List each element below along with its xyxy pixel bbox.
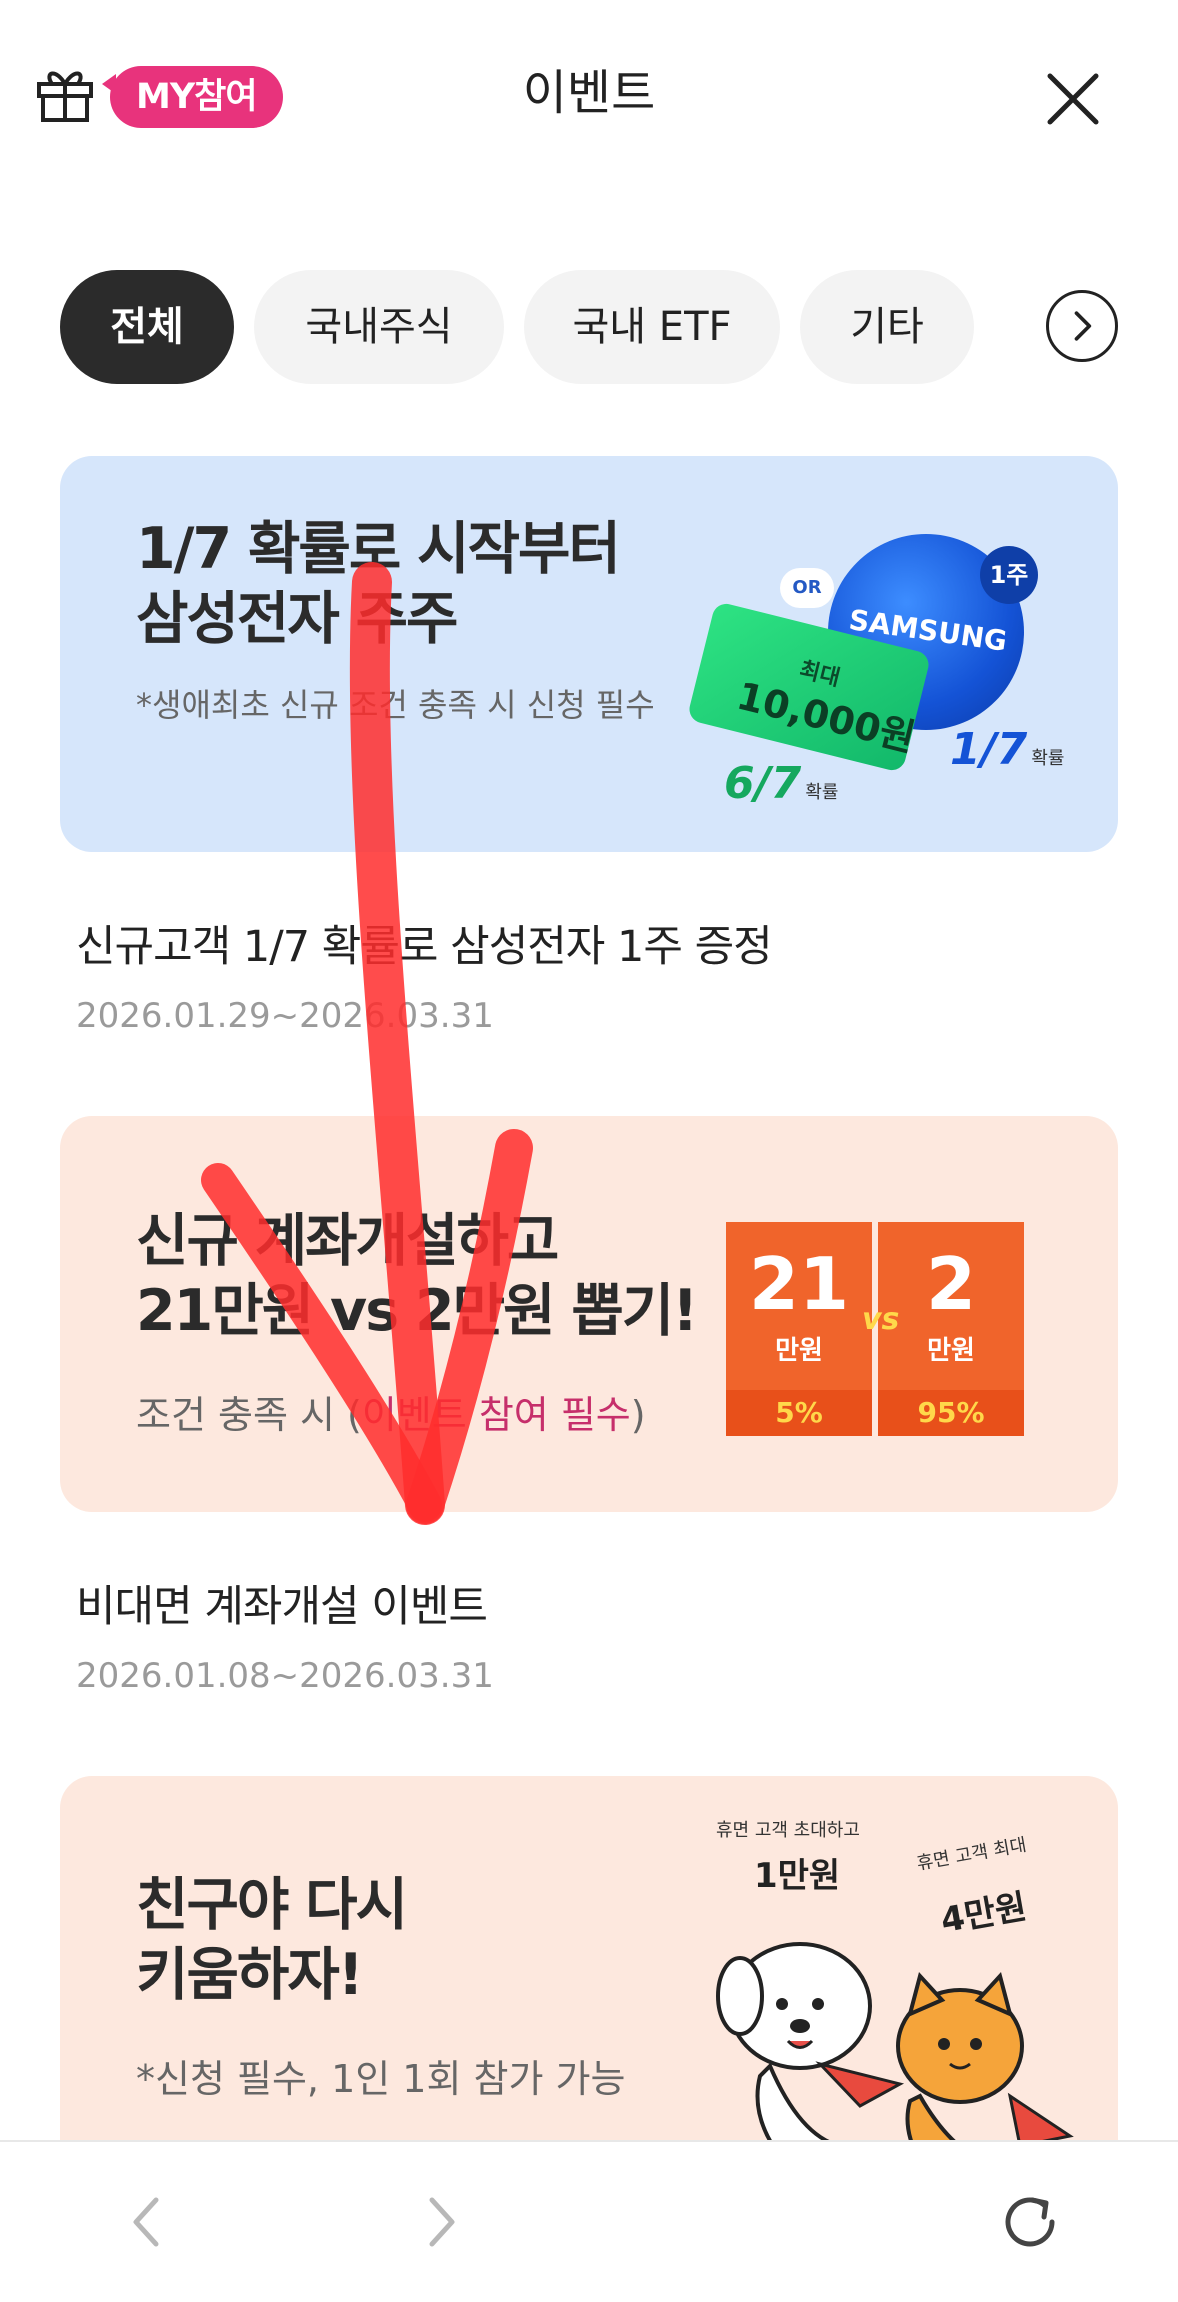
banner-title-line2: 삼성전자 주주 <box>136 586 458 652</box>
event-title[interactable]: 비대면 계좌개설 이벤트 <box>76 1572 488 1634</box>
or-badge: OR <box>780 568 834 608</box>
event-banner-samsung[interactable]: 1/7 확률로 시작부터 삼성전자 주주 *생애최초 신규 조건 충족 시 신청… <box>60 456 1118 852</box>
banner-subtitle: 조건 충족 시 (이벤트 참여 필수) <box>136 1393 646 1437</box>
page-title: 이벤트 <box>522 65 656 121</box>
banner-title-line2: 21만원 vs 2만원 뽑기! <box>136 1278 698 1344</box>
event-date: 2026.01.08~2026.03.31 <box>76 1656 494 1696</box>
header: MY참여 이벤트 <box>0 0 1178 200</box>
back-icon[interactable] <box>112 2186 184 2258</box>
refresh-icon[interactable] <box>994 2186 1066 2258</box>
forward-icon[interactable] <box>404 2186 476 2258</box>
invite-reward-small-left: 휴면 고객 초대하고 <box>716 1820 860 1841</box>
banner-title-line1: 친구야 다시 <box>136 1872 408 1938</box>
invite-reward-small-right: 휴면 고객 최대 <box>915 1834 1029 1875</box>
banner-title-line1: 1/7 확률로 시작부터 <box>136 516 621 582</box>
chevron-right-icon[interactable] <box>1046 290 1118 362</box>
banner-title-line2: 키움하자! <box>136 1942 364 2008</box>
probability-right: 1/7 확률 <box>950 724 1065 775</box>
banner-title-line1: 신규 계좌개설하고 <box>136 1208 559 1274</box>
one-share-badge: 1주 <box>980 546 1038 604</box>
category-tabs: 전체 국내주식 국내 ETF 기타 <box>60 270 1120 384</box>
close-icon[interactable] <box>1042 68 1104 130</box>
coupon-right: 2 만원 95% <box>878 1222 1024 1436</box>
coupon-left: 21 만원 5% <box>726 1222 872 1436</box>
tab-domestic-stock[interactable]: 국내주식 <box>254 270 504 384</box>
tab-all[interactable]: 전체 <box>60 270 234 384</box>
tab-other[interactable]: 기타 <box>800 270 974 384</box>
banner-subtitle: *생애최초 신규 조건 충족 시 신청 필수 <box>136 686 655 724</box>
banner-subtitle: *신청 필수, 1인 1회 참가 가능 <box>136 2057 626 2101</box>
invite-reward-left: 1만원 <box>754 1856 841 1896</box>
tab-domestic-etf[interactable]: 국내 ETF <box>524 270 780 384</box>
browser-bottom-bar <box>0 2140 1178 2302</box>
versus-label: vs <box>862 1302 900 1337</box>
event-banner-account-opening[interactable]: 신규 계좌개설하고 21만원 vs 2만원 뽑기! 조건 충족 시 (이벤트 참… <box>60 1116 1118 1512</box>
event-banner-invite-friend[interactable]: 친구야 다시 키움하자! *신청 필수, 1인 1회 참가 가능 휴면 고객 초… <box>60 1776 1118 2196</box>
event-title[interactable]: 신규고객 1/7 확률로 삼성전자 1주 증정 <box>76 912 773 974</box>
probability-left: 6/7 확률 <box>724 758 839 809</box>
event-date: 2026.01.29~2026.03.31 <box>76 996 494 1036</box>
required-participation-text: 이벤트 참여 필수 <box>361 1393 631 1437</box>
